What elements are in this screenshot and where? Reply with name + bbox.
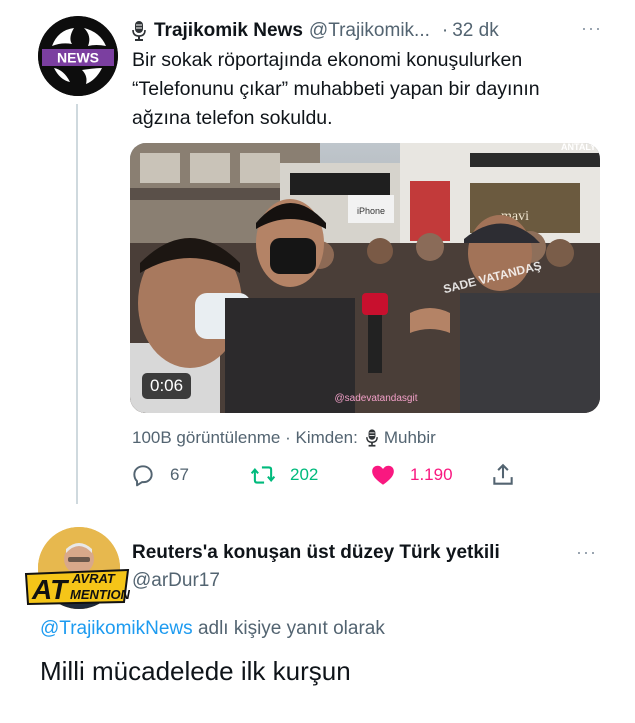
avrat-mention-badge: AT AVRAT MENTION (24, 566, 130, 606)
more-options-icon[interactable]: ··· (581, 18, 602, 39)
retweet-icon (250, 466, 276, 484)
views-line: 100B görüntülenme · Kimden: Muhbir (132, 428, 436, 448)
iphone-sign: iPhone (357, 206, 385, 216)
instagram-credit: @sadevatandasgit (335, 393, 418, 404)
badge-graphic: AT AVRAT MENTION (24, 568, 130, 606)
retweet-button[interactable]: 202 (250, 462, 318, 488)
author-name[interactable]: Trajikomik News (154, 20, 303, 42)
news-globe-logo: NEWS (38, 16, 118, 96)
replying-to-mention[interactable]: @TrajikomikNews (40, 618, 193, 639)
antalya-sign: ANTALY (561, 143, 596, 152)
retweet-count: 202 (290, 465, 319, 484)
like-button[interactable]: 1.190 (370, 462, 453, 488)
video-duration: 0:06 (142, 373, 192, 399)
avatar-news-text: NEWS (57, 50, 99, 66)
microphone-icon (366, 429, 378, 447)
reply-more-options-icon[interactable]: ··· (576, 542, 597, 563)
replying-to-line: @TrajikomikNews adlı kişiye yanıt olarak (40, 618, 385, 640)
share-button[interactable] (490, 462, 530, 488)
author-handle[interactable]: @Trajikomik... (309, 20, 430, 42)
reply-author-name[interactable]: Reuters'a konuşan üst düzey Türk yetkili (132, 542, 500, 564)
badge-avrat-text: AVRAT (71, 571, 116, 586)
views-text: 100B görüntülenme · Kimden: (132, 428, 358, 447)
tweet-text: Bir sokak röportajında ekonomi konuşulur… (132, 49, 540, 129)
reply-count: 67 (170, 465, 189, 484)
video-player[interactable]: iPhone ANTALY mavi SADE VATANDAŞ @sadeva… (130, 143, 600, 413)
replying-to-suffix: adlı kişiye yanıt olarak (197, 618, 385, 639)
share-icon (493, 463, 513, 485)
heart-icon (372, 465, 394, 485)
reply-text: Milli mücadelede ilk kurşun (40, 656, 351, 686)
source-name[interactable]: Muhbir (384, 428, 436, 448)
separator-dot: · (441, 20, 449, 41)
like-count: 1.190 (410, 465, 453, 484)
tweet-header: Trajikomik News @Trajikomik... · 32 dk ·… (132, 18, 602, 44)
badge-mention-text: MENTION (70, 587, 130, 602)
video-thumbnail: iPhone ANTALY mavi SADE VATANDAŞ @sadeva… (130, 143, 600, 413)
reply-button[interactable]: 67 (130, 462, 189, 488)
tweet-actions: 67 202 1.190 (130, 462, 530, 492)
badge-at-text: AT (31, 574, 70, 605)
reply-author-handle[interactable]: @arDur17 (132, 570, 220, 592)
microphone-icon (132, 21, 146, 41)
tweet-time[interactable]: 32 dk (452, 20, 498, 42)
thread-line (76, 104, 78, 504)
reply-icon (133, 465, 153, 487)
trajikomik-avatar[interactable]: NEWS (38, 16, 118, 96)
